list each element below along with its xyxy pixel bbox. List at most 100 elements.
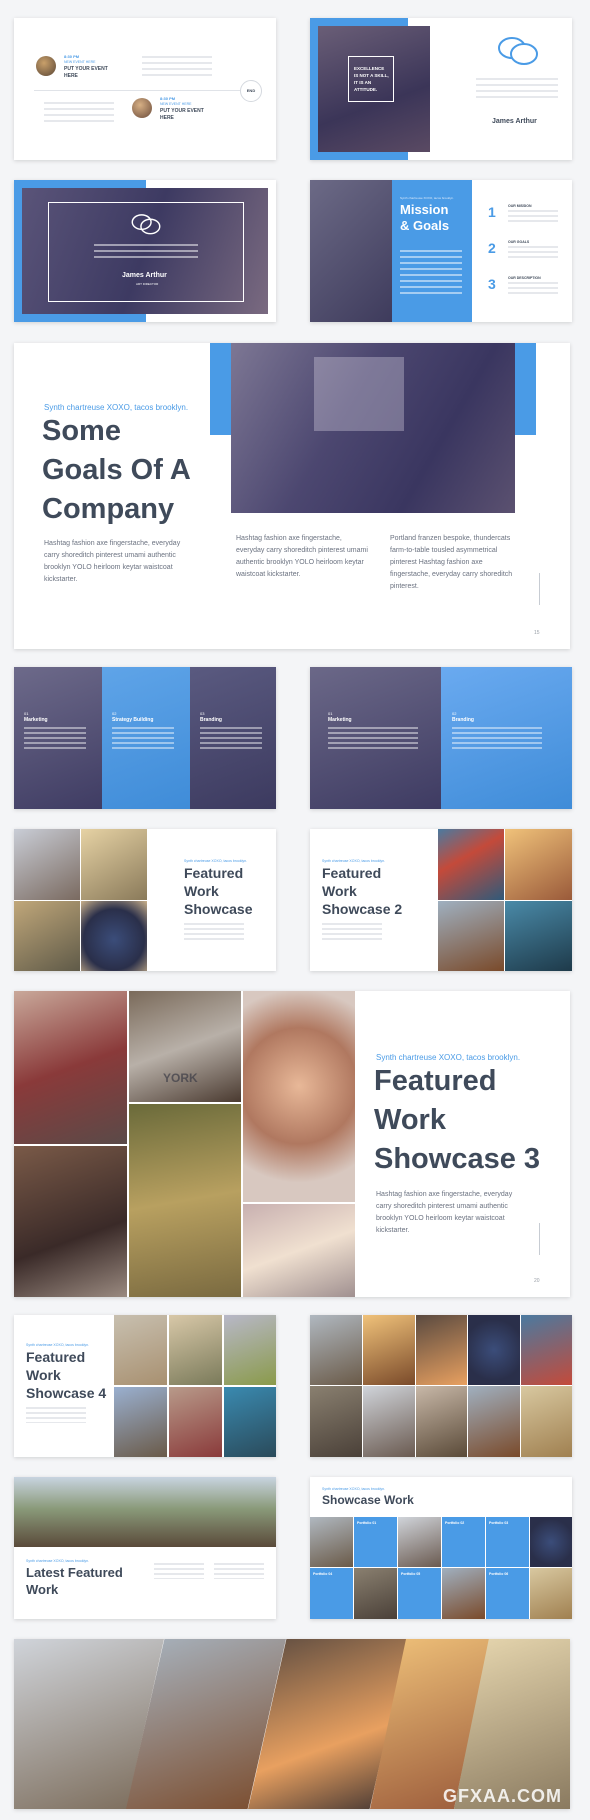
event-avatar-1 <box>36 56 56 76</box>
latest-title-2: Work <box>26 1582 59 1597</box>
mission-title-1: Mission <box>400 202 449 217</box>
quote-frame <box>348 56 394 102</box>
collage-photo-4 <box>468 1315 520 1385</box>
fw1-title-2: Work <box>184 883 219 899</box>
fw1-photo-bridge <box>14 829 80 900</box>
slide-quote-2: James Arthur ART DIRECTOR <box>14 180 276 322</box>
fw2-lines <box>322 923 382 941</box>
speech-bubbles-icon <box>498 37 538 65</box>
goals-whiteboard <box>314 357 404 431</box>
cols3-lines <box>24 727 266 749</box>
fw3-vline <box>539 1223 540 1255</box>
quote2-role: ART DIRECTOR <box>136 282 159 286</box>
mission-lines-1 <box>508 210 558 224</box>
showcase-title: Showcase Work <box>322 1493 414 1507</box>
fw3-page-number: 20 <box>534 1278 540 1284</box>
fw1-photo-hiker <box>81 829 147 900</box>
event-sub-1: NEW EVENT HERE <box>64 60 96 64</box>
latest-title-1: Latest Featured <box>26 1565 123 1580</box>
quote-line-1: EXCELLENCE <box>354 66 385 71</box>
fw3-photo-running <box>14 991 127 1144</box>
cols2-title-2: Branding <box>452 717 474 723</box>
slide-latest-work: Synth chartreuse XOXO, tacos brooklyn. L… <box>14 1477 276 1619</box>
fw4-title-3: Showcase 4 <box>26 1385 107 1401</box>
showcase-tile-1 <box>310 1517 353 1567</box>
showcase-portfolio-3: Portfolio 03 <box>489 1521 509 1525</box>
fw4-lines <box>26 1407 86 1423</box>
fw3-photo-york: YORK <box>129 991 241 1102</box>
goals-body-1: Hashtag fashion axe fingerstache, everyd… <box>44 540 181 583</box>
slide-featured-work-2: Synth chartreuse XOXO, tacos brooklyn. F… <box>310 829 572 971</box>
quote-line-3: IT IS AN <box>354 80 372 85</box>
fw3-photo-field <box>129 1104 241 1297</box>
showcase-tile-6 <box>530 1517 572 1567</box>
fw2-kicker: Synth chartreuse XOXO, tacos brooklyn. <box>322 859 386 863</box>
cols2-num-1: 01 <box>328 711 333 716</box>
fw1-lines <box>184 923 244 941</box>
collage-photo-5 <box>521 1315 572 1385</box>
fw2-photo-hat <box>438 901 504 971</box>
goals-title-2: Goals Of A <box>42 454 191 486</box>
collage-photo-9 <box>468 1386 520 1457</box>
mission-lines-3 <box>508 282 558 296</box>
mission-head-2: OUR GOALS <box>508 240 530 244</box>
showcase-kicker: Synth chartreuse XOXO, tacos brooklyn. <box>322 1487 386 1491</box>
slide-photo-collage <box>310 1315 572 1457</box>
fw3-photo-boy <box>14 1146 127 1297</box>
fw3-body: Hashtag fashion axe fingerstache, everyd… <box>376 1191 513 1234</box>
fw4-photo-field <box>224 1315 276 1385</box>
mission-num-2: 2 <box>488 240 496 256</box>
goals-page-number: 15 <box>534 630 540 636</box>
collage-photo-2 <box>363 1315 415 1385</box>
fw3-title-1: Featured <box>374 1065 497 1097</box>
quote2-author: James Arthur <box>122 272 167 279</box>
mission-panel-text <box>400 250 462 298</box>
collage-photo-7 <box>363 1386 415 1457</box>
cols3-title-1: Marketing <box>24 717 48 723</box>
showcase-portfolio-5: Portfolio 05 <box>401 1572 421 1576</box>
fw4-kicker: Synth chartreuse XOXO, tacos brooklyn. <box>26 1343 90 1347</box>
fw3-photo-glasses-man <box>243 991 355 1202</box>
event-title-2: PUT YOUR EVENT HERE <box>160 108 204 121</box>
latest-photo-railway <box>14 1477 276 1547</box>
collage-photo-3 <box>416 1315 467 1385</box>
slide-angled-strip: GFXAA.COM <box>14 1639 570 1809</box>
fw4-photo-boat <box>224 1387 276 1457</box>
fw4-photo-hiker <box>169 1315 222 1385</box>
fw4-photo-rails <box>114 1387 167 1457</box>
event-desc-1 <box>142 56 212 80</box>
showcase-tile-10 <box>442 1568 485 1619</box>
fw2-title-3: Showcase 2 <box>322 901 403 917</box>
goals-vline <box>539 573 540 605</box>
cols2-lines-2 <box>452 727 542 751</box>
showcase-portfolio-4: Portfolio 04 <box>313 1572 333 1576</box>
cols2-title-1: Marketing <box>328 717 352 723</box>
collage-photo-1 <box>310 1315 362 1385</box>
goals-body-2: Hashtag fashion axe fingerstache, everyd… <box>236 535 368 578</box>
event-time-2: 8:30 PM <box>160 96 176 101</box>
goals-kicker: Synth chartreuse XOXO, tacos brooklyn. <box>44 403 189 412</box>
cols3-num-3: 03 <box>200 711 205 716</box>
cols2-lines-1 <box>328 727 418 751</box>
quote-author: James Arthur <box>492 118 537 125</box>
speech-bubbles-icon-white <box>131 214 161 235</box>
showcase-tile-8 <box>354 1568 397 1619</box>
event-sub-2: NEW EVENT HERE <box>160 102 192 106</box>
collage-photo-10 <box>521 1386 572 1457</box>
cols3-title-2: Strategy Building <box>112 717 154 723</box>
showcase-portfolio-6: Portfolio 06 <box>489 1572 509 1576</box>
goals-title-1: Some <box>42 415 121 447</box>
latest-lines-2 <box>214 1563 264 1579</box>
slide-featured-work-3: YORK Synth chartreuse XOXO, tacos brookl… <box>14 991 570 1297</box>
quote2-text-lines <box>94 244 198 258</box>
cols2-num-2: 02 <box>452 711 457 716</box>
cols3-title-3: Branding <box>200 717 222 723</box>
slide-timeline: 8:30 PM NEW EVENT HERE PUT YOUR EVENT HE… <box>14 18 276 160</box>
quote-line-4: ATTITUDE. <box>354 87 378 92</box>
mission-photo <box>310 180 392 322</box>
fw4-title-2: Work <box>26 1367 61 1383</box>
mission-head-1: OUR MISSION <box>508 204 532 208</box>
fw4-photo-legs <box>169 1387 222 1457</box>
mission-head-3: OUR DESCRIPTION <box>508 276 541 280</box>
slide-goals: Synth chartreuse XOXO, tacos brooklyn. S… <box>14 343 570 649</box>
